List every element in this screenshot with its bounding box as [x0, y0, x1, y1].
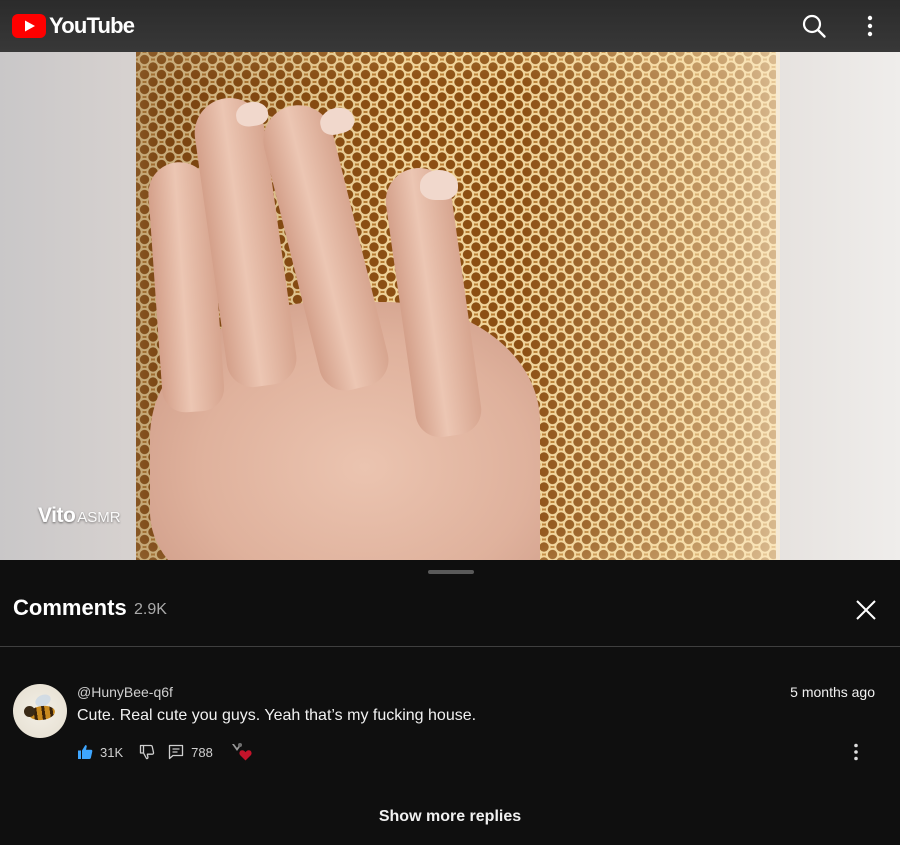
heart-icon [239, 750, 252, 761]
comments-panel: Comments 2.9K @HunyBee-q6f 5 months ago … [0, 560, 900, 845]
more-options-button[interactable] [856, 12, 884, 40]
more-vertical-icon [854, 743, 858, 761]
video-watermark: Vito ASMR [38, 504, 121, 528]
like-count: 31K [100, 744, 124, 760]
comments-title: Comments [13, 595, 127, 620]
comments-header: Comments 2.9K [0, 588, 900, 646]
youtube-play-icon [12, 14, 46, 38]
reply-count: 788 [191, 744, 213, 760]
search-icon [802, 14, 826, 38]
watermark-brand: Vito [38, 504, 76, 527]
drag-handle[interactable] [428, 570, 474, 574]
comment-timestamp[interactable]: 5 months ago [790, 684, 875, 700]
more-vertical-icon [867, 15, 873, 37]
youtube-logo[interactable]: YouTube [12, 13, 135, 39]
thumbs-up-icon [78, 745, 93, 759]
dislike-button[interactable] [139, 744, 155, 760]
comments-count: 2.9K [134, 601, 167, 618]
top-app-bar: YouTube [0, 0, 900, 52]
thumbs-down-icon [139, 744, 155, 760]
avatar[interactable] [13, 684, 67, 738]
replies-button[interactable]: 788 [168, 744, 213, 760]
like-button[interactable]: 31K [77, 744, 123, 760]
close-button[interactable] [852, 596, 880, 624]
show-more-replies-button[interactable]: Show more replies [0, 808, 900, 826]
comment-item: @HunyBee-q6f 5 months ago Cute. Real cut… [0, 680, 900, 770]
comment-actions: 31K 788 [77, 741, 253, 763]
close-icon [856, 600, 876, 620]
comment-icon [168, 744, 184, 760]
search-button[interactable] [800, 12, 828, 40]
logo-text: YouTube [49, 13, 135, 38]
comment-more-button[interactable] [846, 740, 866, 764]
comment-text: Cute. Real cute you guys. Yeah that’s my… [77, 707, 477, 724]
video-player[interactable]: Vito ASMR [0, 52, 900, 560]
creator-heart-badge [231, 742, 253, 762]
comment-author[interactable]: @HunyBee-q6f [77, 684, 173, 700]
header-divider [0, 646, 900, 647]
watermark-sub: ASMR [77, 509, 121, 526]
show-more-label: Show more replies [378, 808, 522, 825]
